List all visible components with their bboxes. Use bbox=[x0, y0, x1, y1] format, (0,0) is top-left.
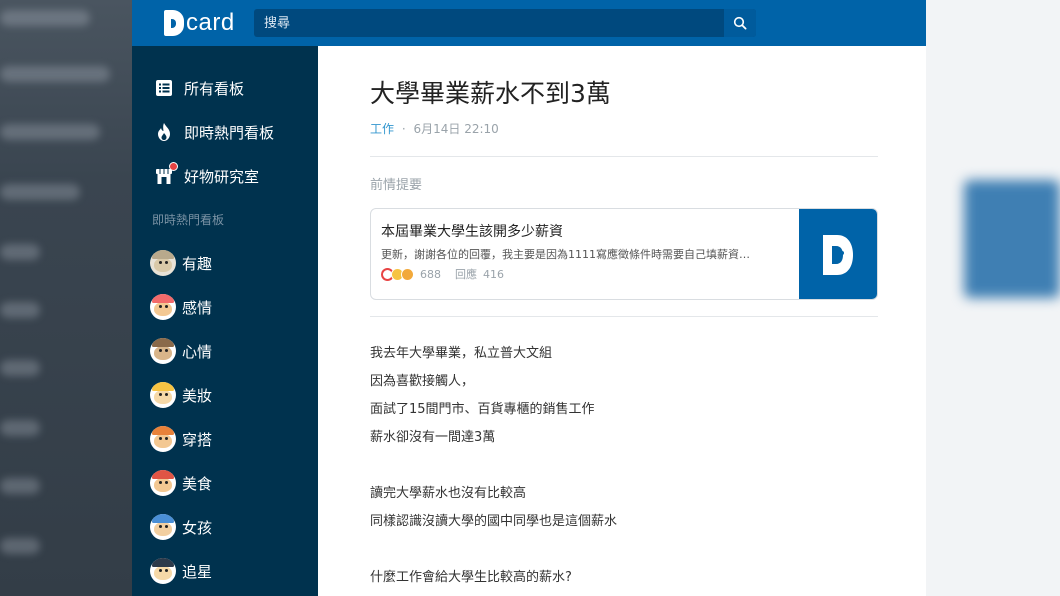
blur-shape bbox=[0, 66, 110, 82]
forum-avatar-icon bbox=[150, 470, 176, 496]
meta-separator: · bbox=[401, 122, 406, 136]
divider bbox=[370, 156, 878, 157]
divider bbox=[370, 316, 878, 317]
dcard-logo-icon bbox=[823, 235, 853, 275]
blurred-background-left bbox=[0, 0, 132, 596]
sidebar-item-mood[interactable]: 心情 bbox=[150, 337, 212, 365]
blur-shape bbox=[0, 124, 100, 140]
forum-avatar-icon bbox=[150, 558, 176, 584]
sidebar-item-funny[interactable]: 有趣 bbox=[150, 249, 212, 277]
sidebar-item-hot-forums[interactable]: 即時熱門看板 bbox=[154, 120, 274, 144]
dcard-window: card 所有看板 bbox=[132, 0, 926, 596]
post-body-line: 讀完大學薪水也沒有比較高 bbox=[370, 486, 527, 501]
sidebar-item-relationship[interactable]: 感情 bbox=[150, 293, 212, 321]
sidebar-item-label: 感情 bbox=[182, 298, 213, 317]
list-icon bbox=[154, 78, 174, 98]
sidebar-item-label: 心情 bbox=[182, 342, 213, 361]
sidebar-item-food[interactable]: 美食 bbox=[150, 469, 212, 497]
quote-section-label: 前情提要 bbox=[370, 178, 423, 193]
forum-avatar-icon bbox=[150, 514, 176, 540]
sidebar-item-label: 好物研究室 bbox=[184, 167, 260, 186]
blur-shape bbox=[0, 10, 90, 26]
quoted-post-thumbnail bbox=[799, 209, 877, 299]
sidebar-item-label: 穿搭 bbox=[182, 430, 213, 449]
quoted-post-stats: 688 回應 416 bbox=[381, 266, 504, 282]
post-content: 大學畢業薪水不到3萬 工作 · 6月14日 22:10 前情提要 本屆畢業大學生… bbox=[318, 46, 926, 596]
sidebar-item-label: 所有看板 bbox=[184, 79, 245, 98]
sidebar-item-label: 有趣 bbox=[182, 254, 213, 273]
sidebar-item-idol[interactable]: 追星 bbox=[150, 557, 212, 585]
sidebar-item-dressup[interactable]: 穿搭 bbox=[150, 425, 212, 453]
quoted-post-card[interactable]: 本屆畢業大學生該開多少薪資 更新，謝謝各位的回覆，我主要是因為1111寫應徵條件… bbox=[370, 208, 878, 300]
forum-avatar-icon bbox=[150, 250, 176, 276]
notification-dot bbox=[169, 162, 178, 171]
shop-icon bbox=[154, 162, 178, 186]
comment-count: 416 bbox=[483, 267, 504, 281]
flame-icon bbox=[154, 122, 174, 142]
top-bar: card bbox=[132, 0, 926, 46]
blurred-logo bbox=[964, 180, 1060, 298]
dcard-logo[interactable]: card bbox=[164, 8, 235, 38]
quoted-post-excerpt: 更新，謝謝各位的回覆，我主要是因為1111寫應徵條件時需要自己填薪資… bbox=[381, 248, 750, 261]
post-title: 大學畢業薪水不到3萬 bbox=[370, 79, 611, 108]
blur-shape bbox=[0, 244, 40, 260]
sidebar-item-label: 追星 bbox=[182, 562, 213, 581]
blurred-background-right bbox=[926, 0, 1060, 596]
forum-avatar-icon bbox=[150, 382, 176, 408]
blur-shape bbox=[0, 420, 40, 436]
blur-shape bbox=[0, 538, 40, 554]
search-icon bbox=[733, 16, 747, 30]
post-body-line: 什麼工作會給大學生比較高的薪水? bbox=[370, 570, 572, 585]
sidebar-item-label: 美妝 bbox=[182, 386, 213, 405]
sidebar-section-heading: 即時熱門看板 bbox=[152, 213, 225, 227]
comments-label: 回應 bbox=[455, 268, 477, 281]
quoted-post-title: 本屆畢業大學生該開多少薪資 bbox=[381, 224, 563, 240]
sidebar-item-girl[interactable]: 女孩 bbox=[150, 513, 212, 541]
sidebar: 所有看板 即時熱門看板 好物研究室 即時熱門看板 有趣 感情 心情 美妝 穿搭 … bbox=[132, 46, 318, 596]
dcard-logo-text: card bbox=[186, 9, 235, 36]
post-forum-link[interactable]: 工作 bbox=[370, 122, 394, 136]
post-meta: 工作 · 6月14日 22:10 bbox=[370, 120, 499, 137]
dcard-logo-mark bbox=[164, 10, 184, 36]
like-count: 688 bbox=[420, 267, 441, 281]
sidebar-item-label: 美食 bbox=[182, 474, 213, 493]
post-date: 6月14日 22:10 bbox=[413, 122, 499, 136]
blur-shape bbox=[0, 360, 40, 376]
sidebar-item-all-forums[interactable]: 所有看板 bbox=[154, 76, 244, 100]
blur-shape bbox=[0, 478, 40, 494]
post-body-line: 同樣認識沒讀大學的國中同學也是這個薪水 bbox=[370, 514, 618, 529]
search-input[interactable] bbox=[254, 9, 724, 37]
wow-reaction-icon bbox=[401, 267, 414, 281]
sidebar-item-makeup[interactable]: 美妝 bbox=[150, 381, 212, 409]
post-body-line: 我去年大學畢業，私立普大文組 bbox=[370, 346, 553, 361]
search-button[interactable] bbox=[724, 9, 756, 37]
post-body-line: 因為喜歡接觸人， bbox=[370, 374, 475, 389]
post-body-line: 薪水卻沒有一間達3萬 bbox=[370, 430, 496, 445]
sidebar-item-label: 女孩 bbox=[182, 518, 213, 537]
post-body-line: 面試了15間門市、百貨專櫃的銷售工作 bbox=[370, 402, 595, 417]
sidebar-item-goods-lab[interactable]: 好物研究室 bbox=[154, 162, 260, 188]
blur-shape bbox=[0, 184, 80, 200]
forum-avatar-icon bbox=[150, 294, 176, 320]
blur-shape bbox=[0, 302, 40, 318]
forum-avatar-icon bbox=[150, 338, 176, 364]
sidebar-item-label: 即時熱門看板 bbox=[184, 123, 275, 142]
forum-avatar-icon bbox=[150, 426, 176, 452]
search-bar bbox=[254, 9, 756, 37]
